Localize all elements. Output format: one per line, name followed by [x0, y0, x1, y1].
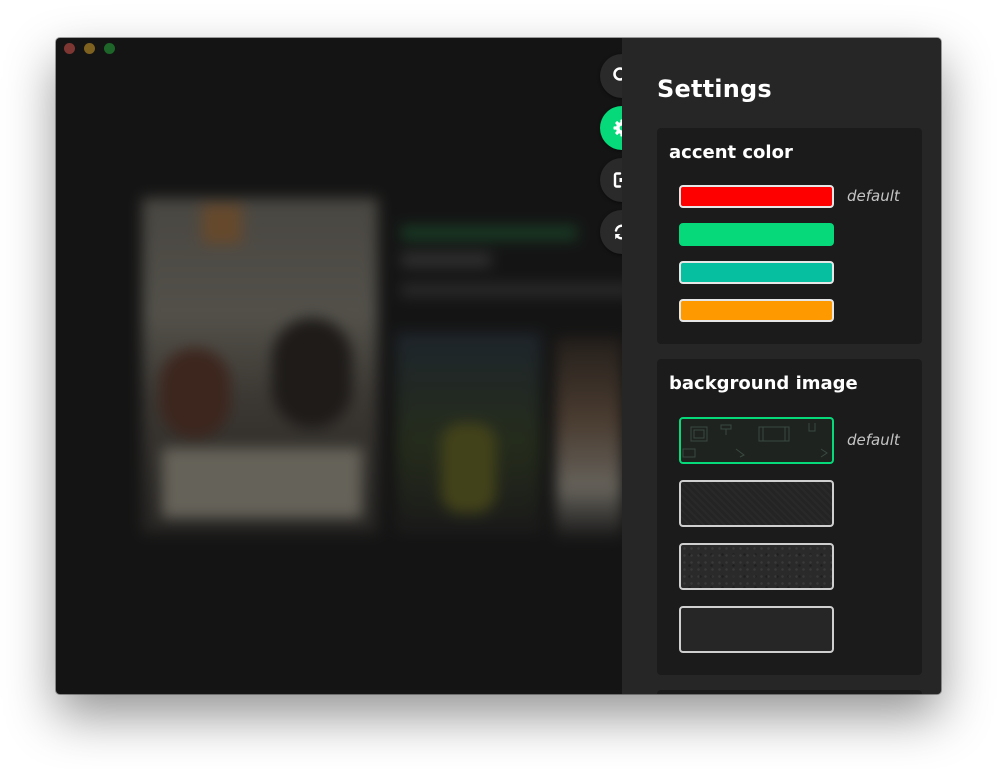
dim-overlay[interactable] [56, 38, 622, 694]
background-image-title: background image [669, 373, 858, 394]
accent-swatch-green[interactable] [679, 223, 834, 246]
doodle-pattern-image [682, 423, 828, 458]
accent-color-title: accent color [669, 142, 793, 163]
accent-color-card: accent color default [657, 128, 922, 344]
background-option-weave[interactable] [679, 480, 834, 527]
accent-swatch-orange[interactable] [679, 299, 834, 322]
background-image-card: background image default [657, 359, 922, 675]
accent-swatch-teal[interactable] [679, 261, 834, 284]
settings-title: Settings [657, 75, 772, 103]
background-option-plain[interactable] [679, 606, 834, 653]
next-settings-card [657, 690, 922, 694]
app-window: Settings accent color default background… [56, 38, 941, 694]
accent-swatch-red[interactable] [679, 185, 834, 208]
default-label: default [847, 187, 900, 205]
background-option-doodle[interactable] [679, 417, 834, 464]
background-option-concrete[interactable] [679, 543, 834, 590]
default-label: default [847, 431, 900, 449]
settings-panel: Settings accent color default background… [622, 38, 941, 694]
